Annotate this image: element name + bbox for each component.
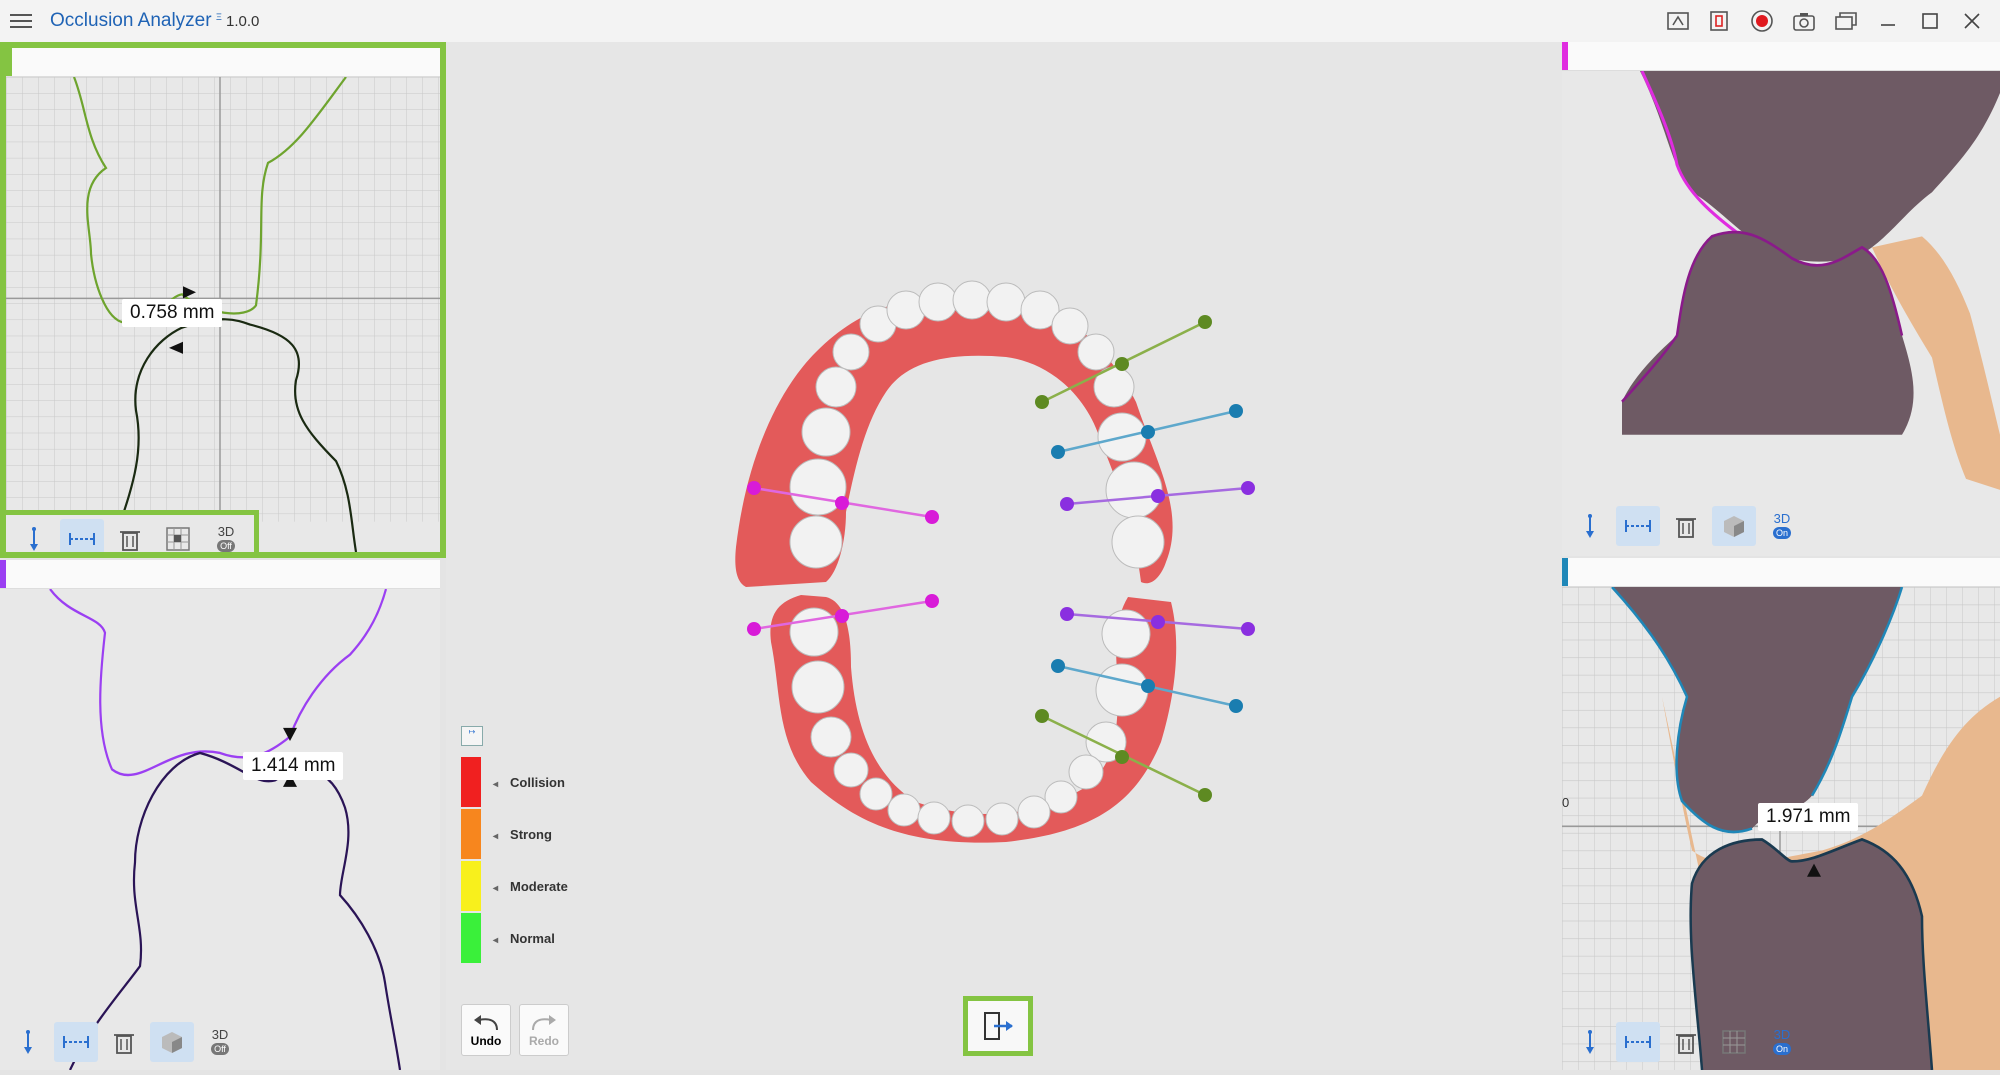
legend-settings-icon[interactable]: ↦	[461, 726, 483, 746]
pin-icon	[24, 1030, 32, 1054]
ruler-icon	[1625, 520, 1651, 532]
toggle-3d-button[interactable]: 3D Off	[198, 1022, 242, 1062]
delete-button[interactable]	[1664, 506, 1708, 546]
trash-icon	[1676, 1034, 1696, 1054]
ruler-icon	[69, 533, 95, 545]
minimize-icon[interactable]	[1870, 6, 1906, 36]
cross-section-view[interactable]: 0.758 mm 0	[6, 77, 440, 552]
exit-button[interactable]	[963, 996, 1033, 1056]
toggle-3d-button[interactable]: 3D On	[1760, 1022, 1804, 1062]
toggle-3d-button[interactable]: 3D Off	[204, 519, 248, 552]
camera-icon[interactable]	[1786, 6, 1822, 36]
cross-section-view[interactable]	[1562, 71, 2000, 556]
pointer-tool-button[interactable]	[1568, 506, 1612, 546]
trash-icon	[114, 1034, 134, 1054]
menu-icon[interactable]	[10, 10, 32, 32]
panel-toolbar: 3D On	[1568, 506, 1804, 546]
delete-button[interactable]	[1664, 1022, 1708, 1062]
pin-icon	[1586, 514, 1594, 538]
title-bar: Occlusion Analyzer Ξ 1.0.0	[0, 0, 2000, 43]
record-icon[interactable]	[1744, 6, 1780, 36]
close-icon[interactable]	[1954, 6, 1990, 36]
grid-toggle-button[interactable]	[1712, 1022, 1756, 1062]
screen-capture-icon[interactable]	[1702, 6, 1738, 36]
cross-section-view[interactable]: 1.414 mm	[0, 589, 440, 1070]
trash-icon	[1676, 518, 1696, 538]
app-title: Occlusion Analyzer	[50, 10, 212, 31]
cube-icon	[162, 1032, 182, 1053]
pin-icon	[30, 527, 38, 551]
cross-section-view[interactable]: 1.971 mm 0	[1562, 587, 2000, 1070]
panel-header	[0, 560, 440, 589]
app-version: Ξ 1.0.0	[216, 12, 260, 30]
exit-icon	[984, 1012, 1013, 1040]
pointer-tool-button[interactable]	[6, 1022, 50, 1062]
legend-item-moderate: Moderate	[461, 860, 568, 912]
cross-section-panel-top-right: 3D On	[1562, 42, 2000, 556]
panel-header	[6, 48, 440, 77]
distance-label: 1.414 mm	[243, 752, 344, 780]
undo-button[interactable]: Undo	[461, 1004, 511, 1056]
legend-item-strong: Strong	[461, 808, 568, 860]
cross-section-panel-bottom-left: 1.414 mm 3D Off	[0, 560, 440, 1070]
redo-icon	[532, 1015, 556, 1031]
toggle-3d-button[interactable]: 3D On	[1760, 506, 1804, 546]
trash-icon	[120, 531, 140, 551]
panel-header	[1562, 42, 2000, 71]
panel-toolbar: 3D Off	[6, 1022, 242, 1062]
distance-label: 0.758 mm	[122, 299, 223, 327]
panel-header	[1562, 558, 2000, 587]
delete-button[interactable]	[102, 1022, 146, 1062]
distance-label: 1.971 mm	[1758, 803, 1859, 831]
legend-item-normal: Normal	[461, 912, 568, 964]
measure-view-icon[interactable]	[1660, 6, 1696, 36]
measure-tool-button[interactable]	[60, 519, 104, 552]
ruler-icon	[1625, 1036, 1651, 1048]
arch-3d-view[interactable]	[446, 42, 1562, 1070]
windows-icon[interactable]	[1828, 6, 1864, 36]
pointer-tool-button[interactable]	[12, 519, 56, 552]
view-toggle-button[interactable]	[1712, 506, 1756, 546]
measure-tool-button[interactable]	[54, 1022, 98, 1062]
cross-section-panel-top-left: 0.758 mm 0 3DOff	[0, 42, 446, 558]
cube-icon	[1724, 516, 1744, 537]
color-legend: ↦ Collision Strong Moderate Normal	[461, 726, 568, 964]
grid-icon	[1722, 1030, 1746, 1054]
pin-icon	[1586, 1030, 1594, 1054]
view-toggle-button[interactable]	[150, 1022, 194, 1062]
measure-tool-button[interactable]	[1616, 1022, 1660, 1062]
grid-toggle-button[interactable]	[156, 519, 200, 552]
delete-button[interactable]	[108, 519, 152, 552]
cross-section-panel-bottom-right: 1.971 mm 0 3D On	[1562, 558, 2000, 1070]
axis-zero-label: 0	[1562, 795, 1570, 810]
legend-item-collision: Collision	[461, 756, 568, 808]
redo-button[interactable]: Redo	[519, 1004, 569, 1056]
panel-toolbar: 3D Off	[6, 510, 259, 552]
pointer-tool-button[interactable]	[1568, 1022, 1612, 1062]
maximize-icon[interactable]	[1912, 6, 1948, 36]
grid-icon	[166, 527, 190, 551]
ruler-icon	[63, 1036, 89, 1048]
undo-icon	[474, 1015, 498, 1031]
measure-tool-button[interactable]	[1616, 506, 1660, 546]
panel-toolbar: 3D On	[1568, 1022, 1804, 1062]
